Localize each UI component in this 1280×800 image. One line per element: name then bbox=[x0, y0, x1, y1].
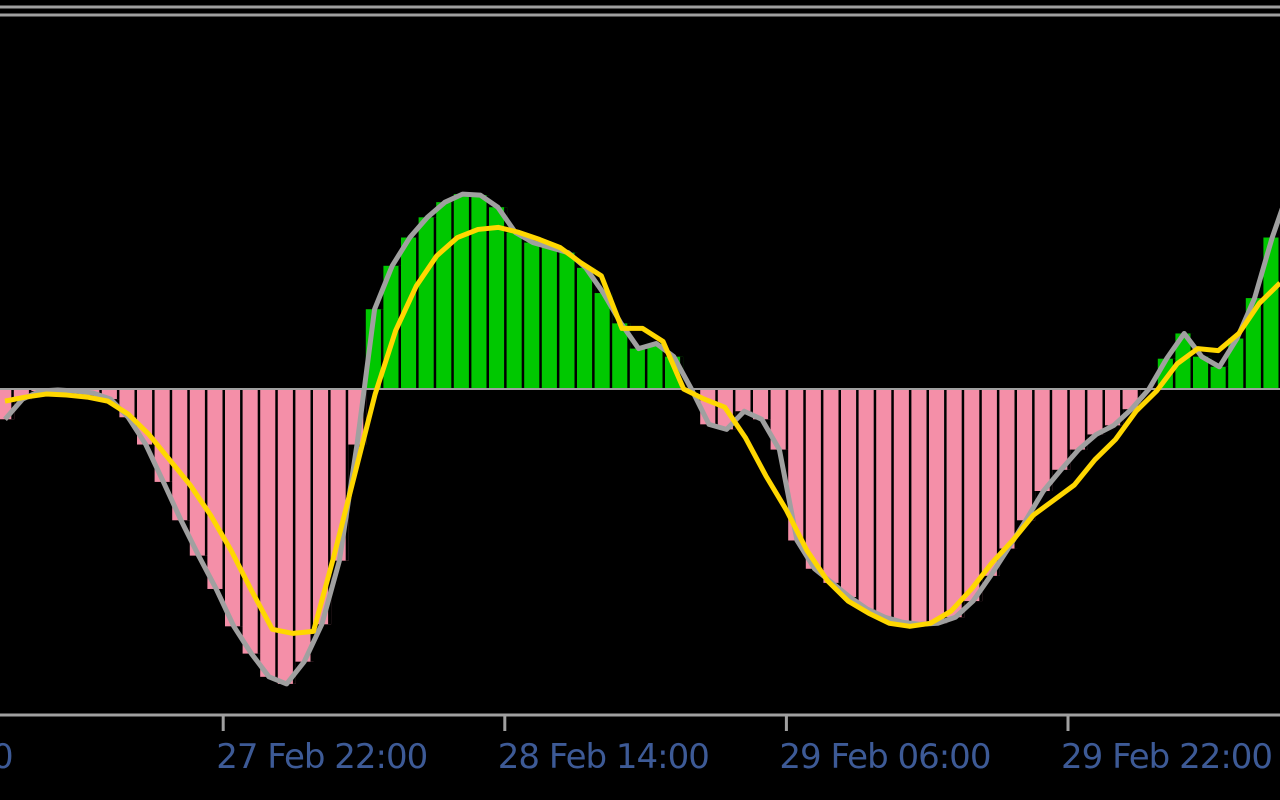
x-tick-label: 0 bbox=[0, 737, 13, 777]
x-tick-label: 29 Feb 22:00 bbox=[1061, 737, 1272, 777]
x-tick-label: 29 Feb 06:00 bbox=[779, 737, 990, 777]
x-tick-label: 27 Feb 22:00 bbox=[216, 737, 427, 777]
chart-canvas: 0 27 Feb 22:00 28 Feb 14:00 29 Feb 06:00 29 … bbox=[0, 0, 1280, 800]
x-tick-label: 28 Feb 14:00 bbox=[498, 737, 709, 777]
